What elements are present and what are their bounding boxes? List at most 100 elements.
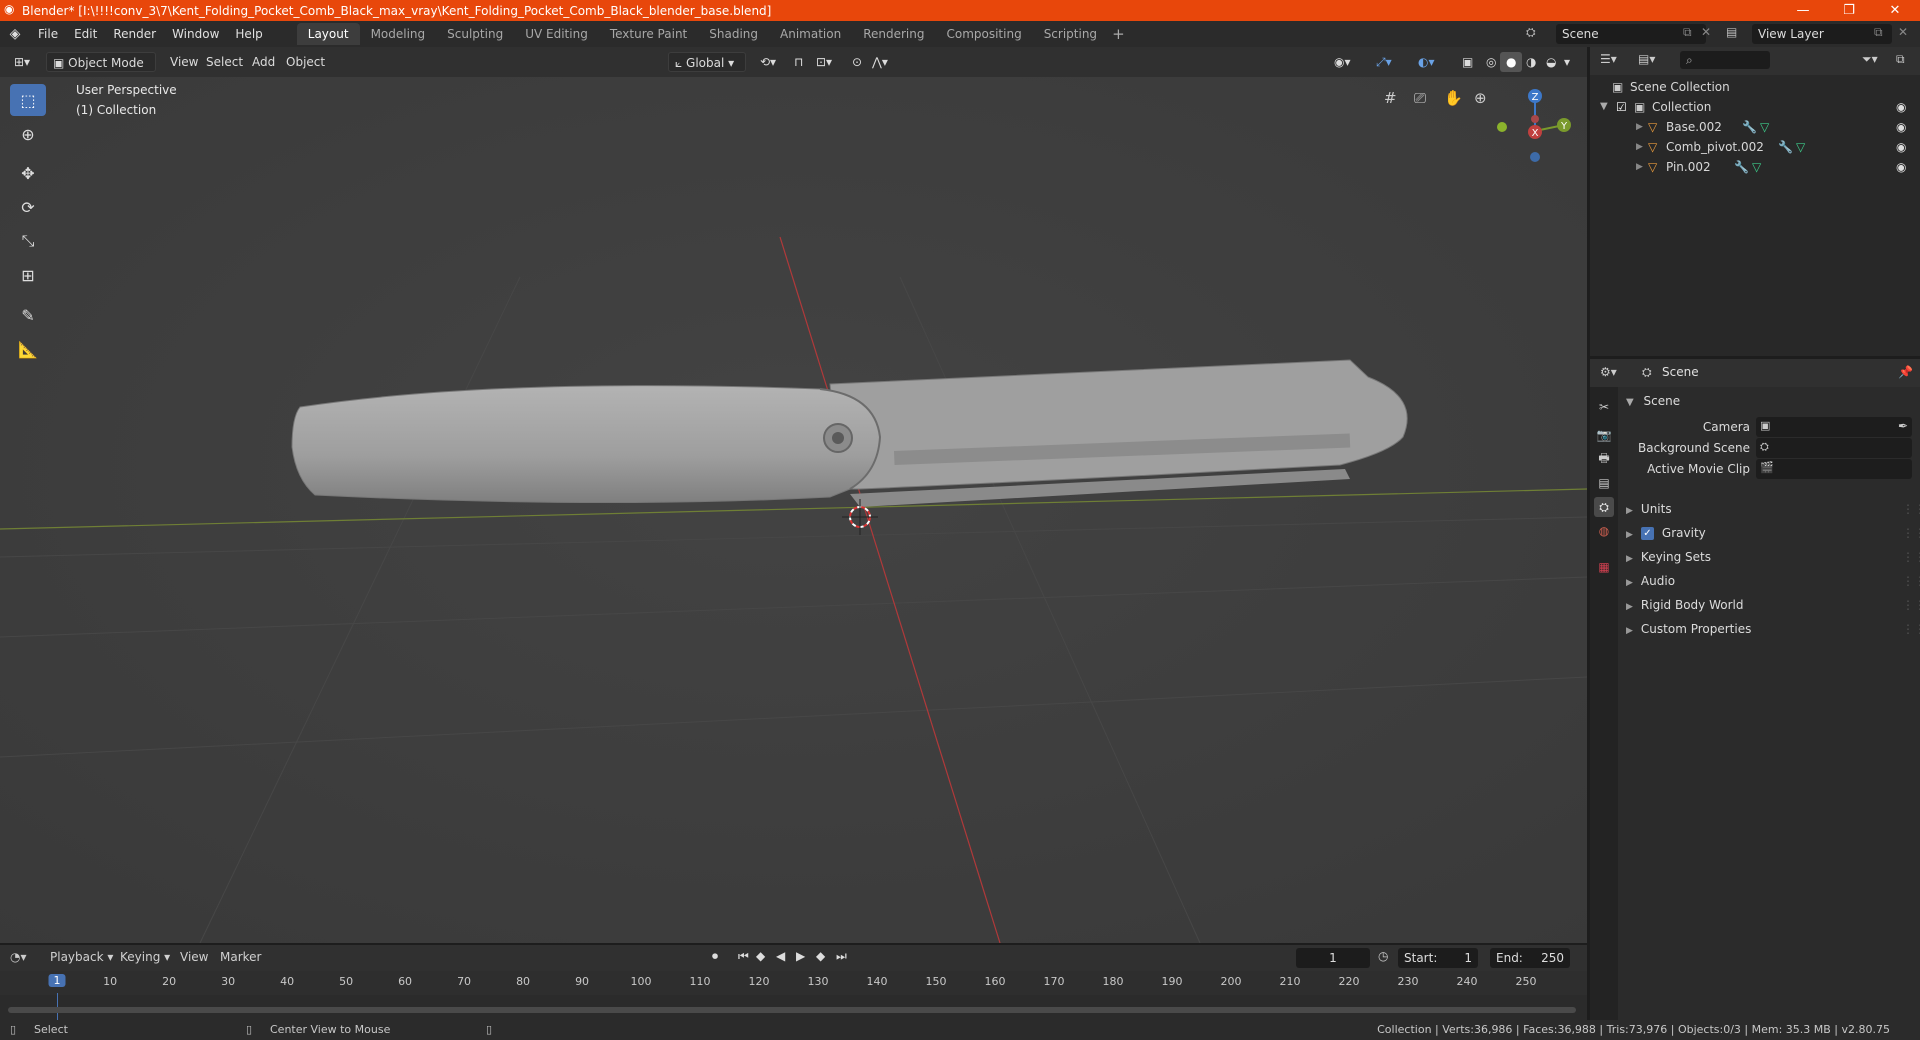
view-layer-tab-icon[interactable]: ▤ [1594, 473, 1614, 493]
play-reverse-icon[interactable]: ◀ [776, 949, 785, 963]
proportional-edit-icon[interactable]: ⊙ [846, 52, 868, 72]
visibility-eye-icon[interactable]: ◉ [1896, 157, 1906, 177]
start-frame-field[interactable]: Start: 1 [1398, 948, 1478, 968]
record-icon[interactable]: ⏺ [712, 949, 718, 964]
menu-add[interactable]: Add [246, 52, 281, 72]
blender-menu-icon[interactable]: ◈ [0, 26, 30, 42]
scene-icon[interactable]: ⛭ [1526, 25, 1536, 40]
active-movie-clip-field[interactable]: 🎬 [1756, 459, 1912, 479]
falloff-icon[interactable]: ⋀▾ [866, 52, 894, 72]
zoom-icon[interactable]: ⊕ [1474, 89, 1487, 107]
new-view-layer-icon[interactable]: ⧉ [1874, 25, 1883, 40]
panel-keying-sets[interactable]: ▶ Keying Sets ⋮⋮ [1626, 545, 1920, 569]
gizmo-neg-z-icon[interactable] [1530, 152, 1540, 162]
menu-object[interactable]: Object [280, 52, 331, 72]
scale-tool[interactable]: ⤡ [10, 225, 46, 257]
end-frame-field[interactable]: End: 250 [1490, 948, 1570, 968]
outliner-editor-icon[interactable]: ☰▾ [1600, 52, 1617, 66]
gravity-checkbox[interactable]: ✓ [1640, 527, 1654, 540]
pivot-point-icon[interactable]: ⟲▾ [754, 52, 782, 72]
camera-view-icon[interactable]: ⎚ [1414, 89, 1426, 107]
menu-select[interactable]: Select [200, 52, 249, 72]
maximize-button[interactable]: ❐ [1826, 0, 1872, 21]
panel-rigid-body-world[interactable]: ▶ Rigid Body World ⋮⋮ [1626, 593, 1920, 617]
xray-icon[interactable]: ▣ [1456, 52, 1479, 72]
visibility-icon[interactable]: ◉▾ [1328, 52, 1357, 72]
delete-scene-icon[interactable]: ✕ [1701, 25, 1711, 39]
3d-viewport[interactable]: Z Y X User Perspective (1) Collection # … [0, 77, 1587, 943]
timeline-scrollbar[interactable] [8, 1007, 1576, 1013]
modifier-icon[interactable]: 🔧 [1778, 137, 1793, 157]
tab-shading[interactable]: Shading [698, 23, 769, 45]
tab-rendering[interactable]: Rendering [852, 23, 935, 45]
new-collection-icon[interactable]: ⧉ [1896, 52, 1905, 67]
jump-start-icon[interactable]: ⏮ [738, 949, 749, 964]
render-tab-icon[interactable]: 📷 [1594, 425, 1614, 445]
collection-visibility-icon[interactable]: ◉ [1896, 97, 1906, 117]
drag-handle-icon[interactable]: ⋮⋮ [1902, 497, 1920, 521]
panel-units[interactable]: ▶ Units ⋮⋮ [1626, 497, 1920, 521]
camera-field[interactable]: ▣ ✒ [1756, 417, 1912, 437]
transform-tool[interactable]: ⊞ [10, 259, 46, 291]
drag-handle-icon[interactable]: ⋮⋮ [1902, 617, 1920, 641]
menu-file[interactable]: File [30, 21, 66, 47]
drag-handle-icon[interactable]: ⋮⋮ [1902, 593, 1920, 617]
eyedropper-icon[interactable]: ✒ [1898, 419, 1908, 433]
expand-icon[interactable]: ▶ [1636, 157, 1643, 177]
mesh-data-icon[interactable]: ▽ [1752, 157, 1761, 177]
drag-handle-icon[interactable]: ⋮⋮ [1902, 569, 1920, 593]
overlay-toggle-icon[interactable]: ◐▾ [1412, 52, 1441, 72]
jump-end-icon[interactable]: ⏭ [836, 949, 847, 964]
modifier-icon[interactable]: 🔧 [1734, 157, 1749, 177]
tab-layout[interactable]: Layout [296, 23, 360, 45]
gizmo-neg-y-icon[interactable] [1497, 122, 1507, 132]
editor-type-icon[interactable]: ⊞▾ [8, 52, 36, 72]
drag-handle-icon[interactable]: ⋮⋮ [1902, 521, 1920, 545]
annotate-tool[interactable]: ✎ [10, 299, 46, 331]
display-mode-icon[interactable]: ▤▾ [1638, 52, 1655, 66]
visibility-eye-icon[interactable]: ◉ [1896, 117, 1906, 137]
snap-icon[interactable]: ⊓ [788, 52, 809, 72]
scene-tab-icon[interactable]: ⛭ [1594, 497, 1614, 517]
cursor-tool[interactable]: ⊕ [10, 118, 46, 150]
scene-collection-row[interactable]: ▣ Scene Collection [1590, 77, 1920, 97]
preview-range-icon[interactable]: ◷ [1378, 949, 1388, 963]
collection-expand-icon[interactable]: ▼ [1600, 97, 1608, 117]
minimize-button[interactable]: — [1780, 0, 1826, 21]
world-tab-icon[interactable]: ◍ [1594, 521, 1614, 541]
menu-playback[interactable]: Playback ▾ [50, 950, 113, 964]
output-tab-icon[interactable]: 🖶 [1594, 449, 1614, 469]
delete-view-layer-icon[interactable]: ✕ [1898, 25, 1908, 39]
close-button[interactable]: ✕ [1872, 0, 1918, 21]
mesh-data-icon[interactable]: ▽ [1760, 117, 1769, 137]
timeline-editor-icon[interactable]: ◔▾ [10, 950, 27, 964]
timeline-ruler[interactable]: 1 10 20 30 40 50 60 70 80 90 100 110 120 130 140 150 160… [0, 971, 1587, 1023]
prev-keyframe-icon[interactable]: ◆ [756, 949, 765, 963]
outliner-object-row[interactable]: ▶ ▽ Comb_pivot.002 🔧 ▽ ◉ [1590, 137, 1920, 157]
panel-custom-properties[interactable]: ▶ Custom Properties ⋮⋮ [1626, 617, 1920, 641]
outliner-object-row[interactable]: ▶ ▽ Base.002 🔧 ▽ ◉ [1590, 117, 1920, 137]
play-icon[interactable]: ▶ [796, 949, 805, 963]
tab-animation[interactable]: Animation [769, 23, 852, 45]
view-layer-selector[interactable]: View Layer [1752, 24, 1892, 44]
background-scene-field[interactable]: ⛭ [1756, 438, 1912, 458]
grid-view-icon[interactable]: # [1384, 89, 1397, 107]
move-tool[interactable]: ✥ [10, 157, 46, 189]
texture-tab-icon[interactable]: ▦ [1594, 557, 1614, 577]
tab-uv-editing[interactable]: UV Editing [514, 23, 599, 45]
properties-editor-icon[interactable]: ⚙▾ [1600, 365, 1617, 379]
tab-compositing[interactable]: Compositing [935, 23, 1032, 45]
mesh-data-icon[interactable]: ▽ [1796, 137, 1805, 157]
scene-panel-header[interactable]: ▼ Scene [1626, 389, 1680, 413]
outliner-object-row[interactable]: ▶ ▽ Pin.002 🔧 ▽ ◉ [1590, 157, 1920, 177]
collection-row[interactable]: ▼ ☑ ▣ Collection ◉ [1590, 97, 1920, 117]
measure-tool[interactable]: 📐 [10, 333, 46, 365]
menu-help[interactable]: Help [227, 21, 270, 47]
panel-gravity[interactable]: ▶ ✓ Gravity ⋮⋮ [1626, 521, 1920, 545]
tool-tab-icon[interactable]: ✂ [1594, 397, 1614, 417]
pan-hand-icon[interactable]: ✋ [1444, 89, 1463, 107]
shading-options-icon[interactable]: ▾ [1558, 52, 1576, 72]
collection-checkbox-icon[interactable]: ☑ [1616, 97, 1627, 117]
filter-icon[interactable]: ⏷▾ [1862, 52, 1878, 67]
panel-audio[interactable]: ▶ Audio ⋮⋮ [1626, 569, 1920, 593]
